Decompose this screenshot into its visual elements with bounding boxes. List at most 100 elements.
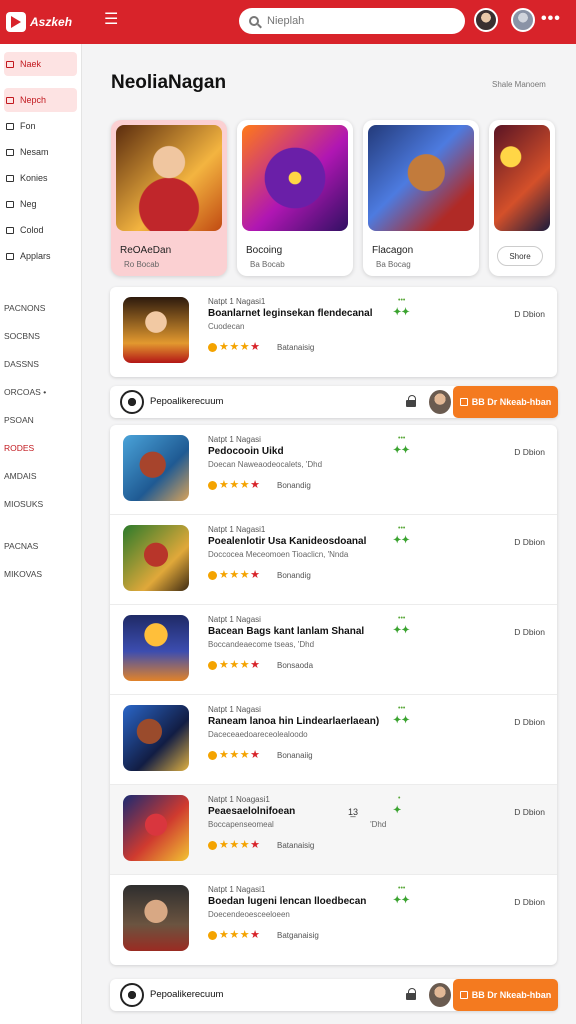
search-input[interactable] — [267, 15, 447, 27]
rating-text: Bonandig — [277, 481, 311, 490]
item-price[interactable]: D Dbion — [514, 897, 545, 907]
lock-icon — [406, 988, 416, 1000]
coin-icon — [208, 840, 217, 850]
game-thumbnail — [123, 885, 189, 951]
search-bar[interactable] — [239, 8, 465, 34]
rating-text: Batanaisig — [277, 343, 315, 352]
sidebar-section-4[interactable]: PSOAN — [0, 406, 81, 434]
game-list: Natpt 1 Nagasi Pedocooin Uikd Doecan Naw… — [110, 425, 557, 965]
item-name: Pedocooin Uikd — [208, 446, 284, 457]
promo-avatar — [429, 983, 451, 1007]
item-name: Boedan lugeni lencan lloedbecan — [208, 896, 367, 907]
green-star-icon: ✦✦ — [393, 445, 410, 456]
item-name: Bacean Bags kant lanlam Shanal — [208, 626, 365, 637]
sidebar-section-7[interactable]: MIOSUKS — [0, 490, 81, 518]
app-logo[interactable]: Aszkeh — [0, 0, 82, 44]
sidebar-section-2[interactable]: DASSNS — [0, 350, 81, 378]
featured-name: ReOAeDan — [120, 245, 172, 256]
featured-carousel: ReOAeDan Ro Bocab Bocoing Ba Bocab Flaca… — [111, 120, 555, 276]
sidebar-item-0[interactable]: Naek — [4, 52, 77, 76]
list-item[interactable]: Natpt 1 Nagasi Raneam lanoa hin Lindearl… — [110, 695, 557, 785]
profile-avatar[interactable] — [511, 8, 535, 32]
list-item[interactable]: Natpt 1 Nagasi Bacean Bags kant lanlam S… — [110, 605, 557, 695]
logo-text: Aszkeh — [30, 15, 73, 29]
sidebar-item-3[interactable]: Nesam — [4, 140, 77, 164]
game-artwork — [116, 125, 222, 231]
list-item[interactable]: Natpt 1 Nagasi1 Boanlarnet leginsekan fl… — [110, 287, 557, 377]
promo-button[interactable]: BB Dr Nkeab-hban — [453, 979, 558, 1011]
movies-icon — [6, 174, 14, 182]
bag-icon — [459, 991, 468, 999]
item-price[interactable]: D Dbion — [514, 807, 545, 817]
item-meta: Natpt 1 Nagasi — [208, 615, 261, 624]
sidebar-item-1[interactable]: Nepch — [4, 88, 77, 112]
coin-icon — [208, 480, 217, 490]
featured-sub: Ba Bocag — [376, 260, 411, 269]
item-price[interactable]: D Dbion — [514, 717, 545, 727]
featured-card[interactable]: Bocoing Ba Bocab — [237, 120, 353, 276]
green-star-icon: ✦✦ — [393, 715, 410, 726]
sidebar-section-0[interactable]: PACNONS — [0, 294, 81, 322]
hamburger-menu-icon[interactable]: ☰ — [104, 12, 120, 28]
user-avatar[interactable] — [474, 8, 498, 32]
green-star-icon: ✦✦ — [393, 895, 410, 906]
header-link[interactable]: Shale Manoem — [492, 80, 546, 89]
more-options-icon[interactable]: ••• — [541, 10, 561, 28]
item-meta: Natpt 1 Nagasi1 — [208, 297, 266, 306]
list-item[interactable]: Natpt 1 Nagasi1 Poealenlotir Usa Kanideo… — [110, 515, 557, 605]
sidebar-section-1[interactable]: SOCBNS — [0, 322, 81, 350]
sidebar-section-3[interactable]: ORCOAS • — [0, 378, 81, 406]
sidebar-section-6[interactable]: AMDAIS — [0, 462, 81, 490]
list-item[interactable]: Natpt 1 Nagasi Pedocooin Uikd Doecan Naw… — [110, 425, 557, 515]
game-artwork — [242, 125, 348, 231]
promo-text: Pepoalikerecuum — [150, 396, 224, 407]
sidebar-item-6[interactable]: Colod — [4, 218, 77, 242]
green-star-icon: ✦✦ — [393, 535, 410, 546]
lock-icon — [406, 395, 416, 407]
promo-icon — [120, 390, 144, 414]
coin-icon — [208, 930, 217, 940]
apps-icon — [6, 252, 14, 260]
more-button[interactable]: Shore — [497, 246, 543, 266]
item-desc: Cuodecan — [208, 322, 245, 331]
badge: ••• — [398, 705, 406, 712]
game-thumbnail — [123, 297, 189, 363]
rating-text: Bonandig — [277, 571, 311, 580]
badge: ••• — [398, 615, 406, 622]
home-icon — [6, 60, 14, 68]
sidebar-section-5[interactable]: RODES — [0, 434, 81, 462]
item-desc: Doecan Naweaodeocalets, 'Dhd — [208, 460, 323, 469]
sidebar-item-2[interactable]: Fon — [4, 114, 77, 138]
list-item[interactable]: Natpt 1 Nagasi1 Boedan lugeni lencan llo… — [110, 875, 557, 965]
sidebar-item-5[interactable]: Neg — [4, 192, 77, 216]
item-price[interactable]: D Dbion — [514, 537, 545, 547]
star-rating: ★★★★ — [208, 838, 260, 851]
item-price[interactable]: D Dbion — [514, 309, 545, 319]
sidebar-section-8[interactable]: PACNAS — [0, 532, 81, 560]
game-thumbnail — [123, 795, 189, 861]
item-name: Boanlarnet leginsekan flendecanal — [208, 308, 373, 319]
item-meta: Natpt 1 Noagasi1 — [208, 795, 270, 804]
sidebar-item-4[interactable]: Konies — [4, 166, 77, 190]
badge: ••• — [398, 435, 406, 442]
promo-button[interactable]: BB Dr Nkeab-hban — [453, 386, 558, 418]
rating-text: Bonanaiig — [277, 751, 313, 760]
sidebar-section-9[interactable]: MIKOVAS — [0, 560, 81, 588]
sidebar-item-7[interactable]: Applars — [4, 244, 77, 268]
bag-icon — [459, 398, 468, 406]
green-star-icon: ✦ — [393, 805, 402, 816]
item-count: 1̲3 — [348, 807, 359, 817]
badge: ••• — [398, 885, 406, 892]
featured-card[interactable]: Flacagon Ba Bocag — [363, 120, 479, 276]
rating-text: Batanaisig — [277, 841, 315, 850]
featured-card[interactable]: ReOAeDan Ro Bocab — [111, 120, 227, 276]
game-thumbnail — [123, 435, 189, 501]
list-item[interactable]: Natpt 1 Noagasi1 Peaesaelolnifoean Bocca… — [110, 785, 557, 875]
item-desc: Daceceaedoareceolealoodo — [208, 730, 308, 739]
item-price[interactable]: D Dbion — [514, 627, 545, 637]
coin-icon — [208, 570, 217, 580]
featured-card[interactable]: Shore — [489, 120, 555, 276]
item-price[interactable]: D Dbion — [514, 447, 545, 457]
featured-sub: Ba Bocab — [250, 260, 285, 269]
item-desc: Doecendeoesceeloeen — [208, 910, 290, 919]
